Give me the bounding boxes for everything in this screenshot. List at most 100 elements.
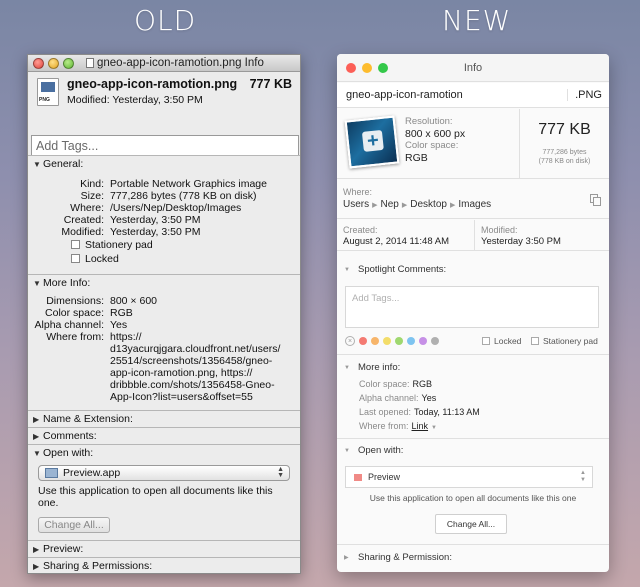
modified-value: Yesterday 3:50 PM bbox=[481, 236, 561, 247]
file-name: gneo-app-icon-ramotion.png bbox=[67, 77, 238, 91]
chevron-down-icon[interactable]: ▼ bbox=[431, 425, 437, 431]
tag-color-orange[interactable] bbox=[371, 337, 379, 345]
disclosure-closed-icon: ▶ bbox=[33, 431, 40, 441]
tag-color-gray[interactable] bbox=[431, 337, 439, 345]
spotlight-header[interactable]: ▼ Spotlight Comments: bbox=[344, 264, 446, 275]
dimensions-row: Dimensions: 800 × 600 bbox=[46, 295, 158, 307]
change-all-button[interactable]: Change All... bbox=[38, 517, 110, 533]
kind-row: Kind: Portable Network Graphics image bbox=[80, 178, 267, 190]
plus-icon: + bbox=[361, 129, 384, 152]
file-on-disk: (778 KB on disk) bbox=[538, 158, 591, 165]
window-title: Info bbox=[463, 62, 483, 74]
new-titlebar: Info bbox=[337, 54, 609, 82]
tag-color-green[interactable] bbox=[395, 337, 403, 345]
file-size: 777 KB bbox=[538, 121, 591, 138]
locked-checkbox[interactable]: Locked bbox=[28, 252, 300, 266]
new-heading: NEW bbox=[442, 4, 512, 37]
where-row: Where: Users ▶ Nep ▶ Desktop ▶ Images bbox=[337, 180, 609, 219]
sharing-section[interactable]: ▶ Sharing & Permissions: bbox=[28, 557, 300, 573]
zoom-button[interactable] bbox=[63, 58, 74, 69]
close-button[interactable] bbox=[33, 58, 44, 69]
old-titlebar: gneo-app-icon-ramotion.png Info bbox=[28, 55, 300, 72]
stationery-checkbox[interactable]: Stationery pad bbox=[531, 336, 598, 346]
file-name-field[interactable]: gneo-app-icon-ramotion bbox=[346, 89, 463, 101]
file-info-row: + Resolution: 800 x 600 px Color space: … bbox=[337, 109, 609, 179]
colorspace-label: Color space: bbox=[405, 140, 459, 151]
dates-row: Created: August 2, 2014 11:48 AM Modifie… bbox=[337, 220, 609, 251]
resolution-value: 800 x 600 px bbox=[405, 128, 466, 140]
file-bytes: 777,286 bytes bbox=[542, 149, 587, 156]
locked-checkbox[interactable]: Locked bbox=[482, 336, 521, 346]
open-with-select[interactable]: Preview.app ▲ ▼ bbox=[38, 465, 290, 481]
alpha-row: Alpha channel: Yes bbox=[359, 393, 437, 403]
png-file-icon: PNG bbox=[37, 78, 59, 106]
disclosure-closed-icon: ▶ bbox=[33, 544, 40, 554]
preview-section[interactable]: ▶ Preview: bbox=[28, 540, 300, 557]
created-label: Created: bbox=[343, 225, 378, 235]
select-arrows-icon: ▲ ▼ bbox=[277, 466, 284, 479]
old-info-window: gneo-app-icon-ramotion.png Info PNG gneo… bbox=[27, 54, 301, 574]
tag-color-purple[interactable] bbox=[419, 337, 427, 345]
path-item[interactable]: Desktop bbox=[410, 199, 447, 210]
more-info-header[interactable]: ▼ More Info: bbox=[28, 275, 300, 291]
select-arrows-icon: ▲ ▼ bbox=[580, 470, 586, 483]
path-item[interactable]: Users bbox=[343, 199, 369, 210]
minimize-button[interactable] bbox=[48, 58, 59, 69]
where-from-row: Where from: Link ▼ bbox=[359, 421, 437, 431]
open-with-note: Use this application to open all documen… bbox=[369, 493, 577, 503]
general-header[interactable]: ▼ General: bbox=[28, 156, 300, 172]
where-from-urls[interactable]: https:// d13yacurqjgara.cloudfront.net/u… bbox=[110, 331, 280, 403]
colorspace-row: Color space: RGB bbox=[45, 307, 133, 319]
tags-toolbar: × Locked Stationery pad bbox=[345, 335, 601, 347]
file-extension: .PNG bbox=[567, 89, 602, 101]
open-with-header[interactable]: ▼ Open with: bbox=[344, 445, 403, 456]
tags-input[interactable]: Add Tags... bbox=[345, 286, 599, 328]
file-name-row: gneo-app-icon-ramotion .PNG bbox=[337, 83, 609, 108]
path-item[interactable]: Nep bbox=[381, 199, 399, 210]
disclosure-closed-icon: ▶ bbox=[33, 414, 40, 424]
disclosure-open-icon: ▼ bbox=[344, 364, 350, 371]
open-with-note: Use this application to open all documen… bbox=[38, 485, 273, 509]
disclosure-open-icon: ▼ bbox=[33, 448, 41, 458]
last-opened-row: Last opened: Today, 11:13 AM bbox=[359, 407, 480, 417]
disclosure-open-icon: ▼ bbox=[344, 266, 350, 273]
preview-app-icon bbox=[354, 474, 362, 481]
tag-color-blue[interactable] bbox=[407, 337, 415, 345]
disclosure-closed-icon: ▶ bbox=[33, 561, 40, 571]
more-info-list: Color space: RGB Alpha channel: Yes Last o… bbox=[359, 377, 480, 435]
resolution-label: Resolution: bbox=[405, 116, 453, 127]
sharing-header[interactable]: ▶ Sharing & Permission: bbox=[344, 552, 452, 563]
clear-tags-icon[interactable]: × bbox=[345, 336, 355, 346]
colorspace-value: RGB bbox=[405, 152, 428, 164]
size-box: 777 KB 777,286 bytes (778 KB on disk) bbox=[519, 109, 609, 179]
image-thumbnail: + bbox=[344, 115, 400, 169]
created-value: August 2, 2014 11:48 AM bbox=[343, 236, 449, 247]
change-all-button[interactable]: Change All... bbox=[435, 514, 507, 534]
file-size: 777 KB bbox=[249, 77, 292, 91]
open-with-header[interactable]: ▼ Open with: bbox=[28, 445, 300, 461]
colorspace-row: Color space: RGB bbox=[359, 379, 433, 389]
new-info-window: Info gneo-app-icon-ramotion .PNG + Resol… bbox=[337, 54, 609, 572]
more-info-section: ▼ More Info: Dimensions: 800 × 600 Color … bbox=[28, 274, 300, 410]
where-from-link[interactable]: Link bbox=[412, 421, 429, 431]
modified-label: Modified: bbox=[481, 225, 518, 235]
old-header: PNG gneo-app-icon-ramotion.png 777 KB Mo… bbox=[28, 72, 300, 169]
open-with-section: ▼ Open with: Preview.app ▲ ▼ Use this app… bbox=[28, 444, 300, 540]
disclosure-closed-icon: ▶ bbox=[344, 555, 349, 561]
alpha-row: Alpha channel: Yes bbox=[34, 319, 128, 331]
open-with-select[interactable]: Preview ▲ ▼ bbox=[345, 466, 593, 488]
name-extension-section[interactable]: ▶ Name & Extension: bbox=[28, 410, 300, 427]
tag-color-yellow[interactable] bbox=[383, 337, 391, 345]
window-title: gneo-app-icon-ramotion.png Info bbox=[97, 57, 264, 69]
comments-section[interactable]: ▶ Comments: bbox=[28, 427, 300, 444]
more-info-header[interactable]: ▼ More info: bbox=[344, 362, 400, 373]
chevron-right-icon: ▶ bbox=[401, 202, 408, 209]
tag-color-red[interactable] bbox=[359, 337, 367, 345]
stationery-checkbox[interactable]: Stationery pad bbox=[28, 238, 300, 252]
old-heading: OLD bbox=[134, 4, 197, 37]
disclosure-open-icon: ▼ bbox=[344, 447, 350, 454]
where-row: Where:/Users/Nep/Desktop/Images bbox=[70, 202, 242, 214]
path-breadcrumb: Users ▶ Nep ▶ Desktop ▶ Images bbox=[343, 199, 491, 210]
copy-path-icon[interactable] bbox=[590, 194, 601, 206]
path-item[interactable]: Images bbox=[458, 199, 491, 210]
